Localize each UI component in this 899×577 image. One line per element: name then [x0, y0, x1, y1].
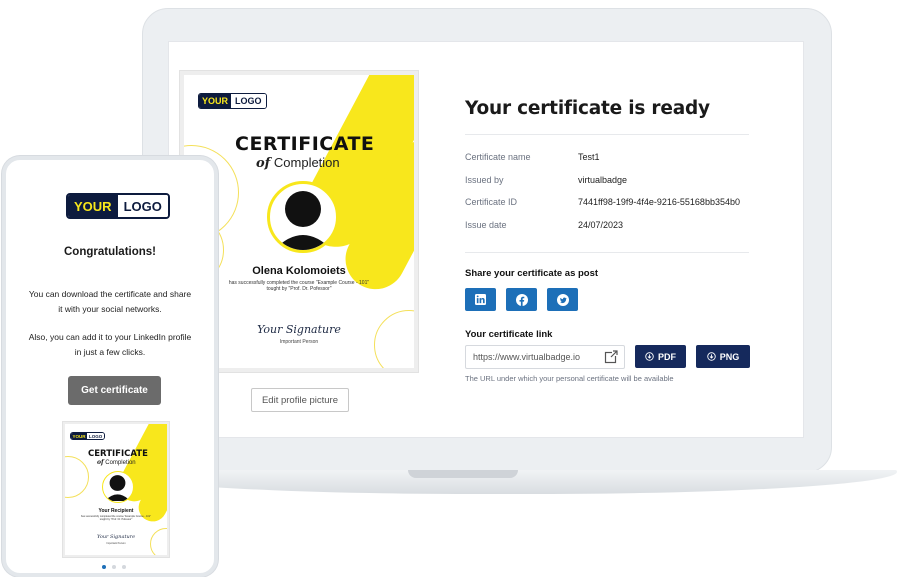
- detail-row-issue-date: Issue date 24/07/2023: [465, 220, 623, 230]
- divider: [465, 134, 749, 135]
- linkedin-share-button[interactable]: [465, 288, 496, 311]
- subtitle-of: of: [97, 459, 104, 466]
- detail-row-certificate-name: Certificate name Test1: [465, 152, 600, 162]
- download-png-button[interactable]: PNG: [696, 345, 750, 368]
- text-line: You can download the certificate and sha…: [28, 289, 192, 299]
- facebook-icon: [515, 293, 528, 306]
- mini-certificate-title: CERTIFICATE: [88, 449, 148, 459]
- person-icon: [103, 472, 132, 501]
- signature: Your Signature: [257, 323, 341, 336]
- link-hint: The URL under which your personal certif…: [465, 374, 674, 383]
- detail-label: Issue date: [465, 220, 507, 230]
- signer-role: Important Person: [279, 339, 319, 345]
- mini-recipient-name: Your Recipient: [98, 508, 134, 514]
- carousel-dot[interactable]: [102, 565, 106, 569]
- certificate-link-field[interactable]: https://www.virtualbadge.io: [465, 345, 625, 369]
- mini-signature: Your Signature: [96, 534, 136, 540]
- detail-value: 24/07/2023: [578, 220, 624, 230]
- divider: [465, 252, 749, 253]
- logo-text-your: YOUR: [199, 94, 232, 108]
- facebook-share-button[interactable]: [506, 288, 537, 311]
- logo-text-logo: LOGO: [117, 195, 168, 217]
- subtitle-rest: Completion: [273, 155, 340, 170]
- download-icon: [707, 352, 716, 361]
- phone-text-linkedin: Also, you can add it to your LinkedIn pr…: [6, 330, 214, 360]
- detail-value: Test1: [578, 152, 600, 162]
- text-line: in just a few clicks.: [74, 346, 146, 357]
- avatar: [267, 181, 339, 253]
- subtitle-rest: Completion: [105, 460, 136, 466]
- text-line: Also, you can add it to your LinkedIn pr…: [28, 332, 192, 342]
- png-label: PNG: [719, 351, 740, 362]
- linkedin-icon: [475, 294, 486, 305]
- edit-profile-picture-button[interactable]: Edit profile picture: [251, 388, 349, 412]
- congratulations-heading: Congratulations!: [64, 246, 156, 258]
- detail-label: Certificate name: [465, 152, 531, 162]
- download-icon: [645, 352, 654, 361]
- detail-value: 7441ff98-19f9-4f4e-9216-55168bb354b0: [578, 197, 740, 207]
- certificate-logo: YOUR LOGO: [198, 93, 267, 109]
- text-line: it with your social networks.: [58, 303, 162, 314]
- certificate-title: CERTIFICATE: [235, 133, 375, 155]
- description-line: tought by "Prof. Dr. Pofessor": [99, 517, 133, 521]
- person-icon: [272, 186, 334, 250]
- detail-label: Issued by: [465, 175, 504, 185]
- page-title: Your certificate is ready: [465, 98, 710, 119]
- logo-text-logo: LOGO: [231, 94, 266, 108]
- certificate-link-title: Your certificate link: [465, 329, 553, 340]
- mini-certificate-description: has successfully completed the course "E…: [65, 515, 167, 522]
- certificate-description: has successfully completed the course "E…: [184, 280, 414, 293]
- twitter-icon: [556, 293, 569, 306]
- pdf-label: PDF: [658, 351, 676, 362]
- detail-label: Certificate ID: [465, 197, 518, 207]
- external-link-icon[interactable]: [604, 350, 618, 364]
- mini-certificate-logo: YOUR LOGO: [70, 432, 106, 440]
- decor-ring: [65, 456, 89, 498]
- detail-row-issued-by: Issued by virtualbadge: [465, 175, 627, 185]
- mini-certificate-subtitle: of Completion: [97, 459, 136, 466]
- laptop-notch: [408, 470, 518, 478]
- logo-text-logo: LOGO: [87, 433, 105, 439]
- carousel-dot[interactable]: [122, 565, 126, 569]
- phone-text-share: You can download the certificate and sha…: [6, 287, 214, 317]
- description-line: tought by "Prof. Dr. Pofessor": [266, 285, 332, 292]
- phone-logo: YOUR LOGO: [66, 193, 170, 219]
- download-pdf-button[interactable]: PDF: [635, 345, 686, 368]
- mini-signer-role: Important Person: [106, 542, 126, 545]
- phone-frame: YOUR LOGO Congratulations! You can downl…: [2, 156, 218, 577]
- carousel-dot[interactable]: [112, 565, 116, 569]
- certificate-link-value: https://www.virtualbadge.io: [473, 352, 581, 362]
- logo-text-your: YOUR: [68, 195, 118, 217]
- carousel-dots: [102, 565, 126, 569]
- subtitle-of: of: [256, 156, 271, 171]
- mini-avatar: [102, 471, 134, 503]
- recipient-name: Olena Kolomoiets: [252, 265, 346, 277]
- share-title: Share your certificate as post: [465, 268, 599, 279]
- laptop-screen: YOUR LOGO CERTIFICATE of Completion Olen…: [168, 41, 804, 438]
- mini-certificate-preview: YOUR LOGO CERTIFICATE of Completion Your…: [63, 422, 169, 557]
- detail-value: virtualbadge: [578, 175, 628, 185]
- twitter-share-button[interactable]: [547, 288, 578, 311]
- detail-row-certificate-id: Certificate ID 7441ff98-19f9-4f4e-9216-5…: [465, 197, 740, 207]
- certificate-subtitle: of Completion: [256, 155, 340, 171]
- get-certificate-button[interactable]: Get certificate: [68, 376, 161, 405]
- logo-text-your: YOUR: [71, 433, 88, 439]
